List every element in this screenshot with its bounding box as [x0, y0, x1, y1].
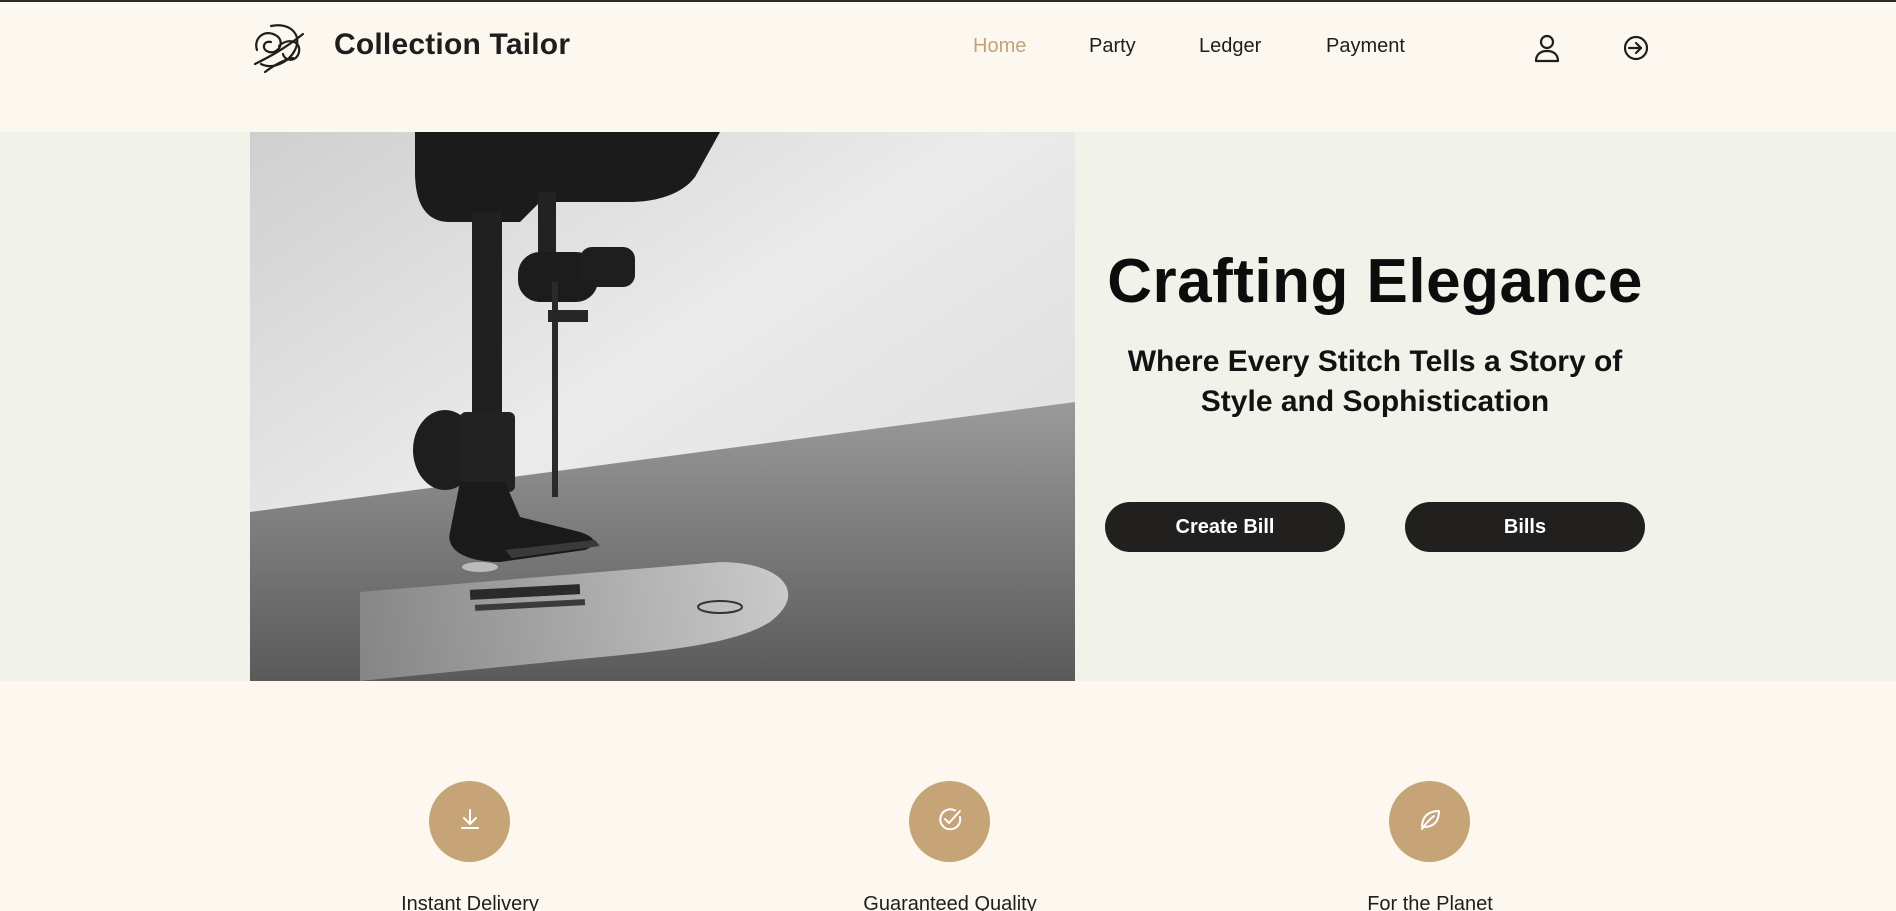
- feature-label: Guaranteed Quality: [863, 893, 1037, 911]
- leaf-icon: [1416, 805, 1444, 838]
- feature-label: For the Planet: [1367, 893, 1493, 911]
- nav-ledger[interactable]: Ledger: [1199, 35, 1261, 58]
- brand-name[interactable]: Collection Tailor: [334, 28, 570, 62]
- check-circle-icon: [936, 805, 964, 838]
- feature-guaranteed-quality: [909, 781, 990, 862]
- feature-instant-delivery: [429, 781, 510, 862]
- hero-title: Crafting Elegance: [1107, 247, 1643, 316]
- feature-label: Instant Delivery: [401, 893, 539, 911]
- nav-party[interactable]: Party: [1089, 35, 1136, 58]
- feature-for-the-planet: [1389, 781, 1470, 862]
- nav-payment[interactable]: Payment: [1326, 35, 1405, 58]
- site-header: Collection Tailor Home Party Ledger Paym…: [0, 2, 1896, 132]
- user-icon[interactable]: [1531, 32, 1563, 64]
- brand-logo[interactable]: [249, 20, 309, 76]
- nav-home[interactable]: Home: [973, 35, 1026, 58]
- hero-section: Crafting Elegance Where Every Stitch Tel…: [0, 132, 1896, 681]
- hero-subtitle: Where Every Stitch Tells a Story of Styl…: [1127, 345, 1623, 418]
- login-icon[interactable]: [1620, 32, 1652, 64]
- create-bill-button[interactable]: Create Bill: [1105, 502, 1345, 552]
- bills-button[interactable]: Bills: [1405, 502, 1645, 552]
- download-icon: [456, 805, 484, 838]
- sewing-machine-photo: [250, 132, 1075, 681]
